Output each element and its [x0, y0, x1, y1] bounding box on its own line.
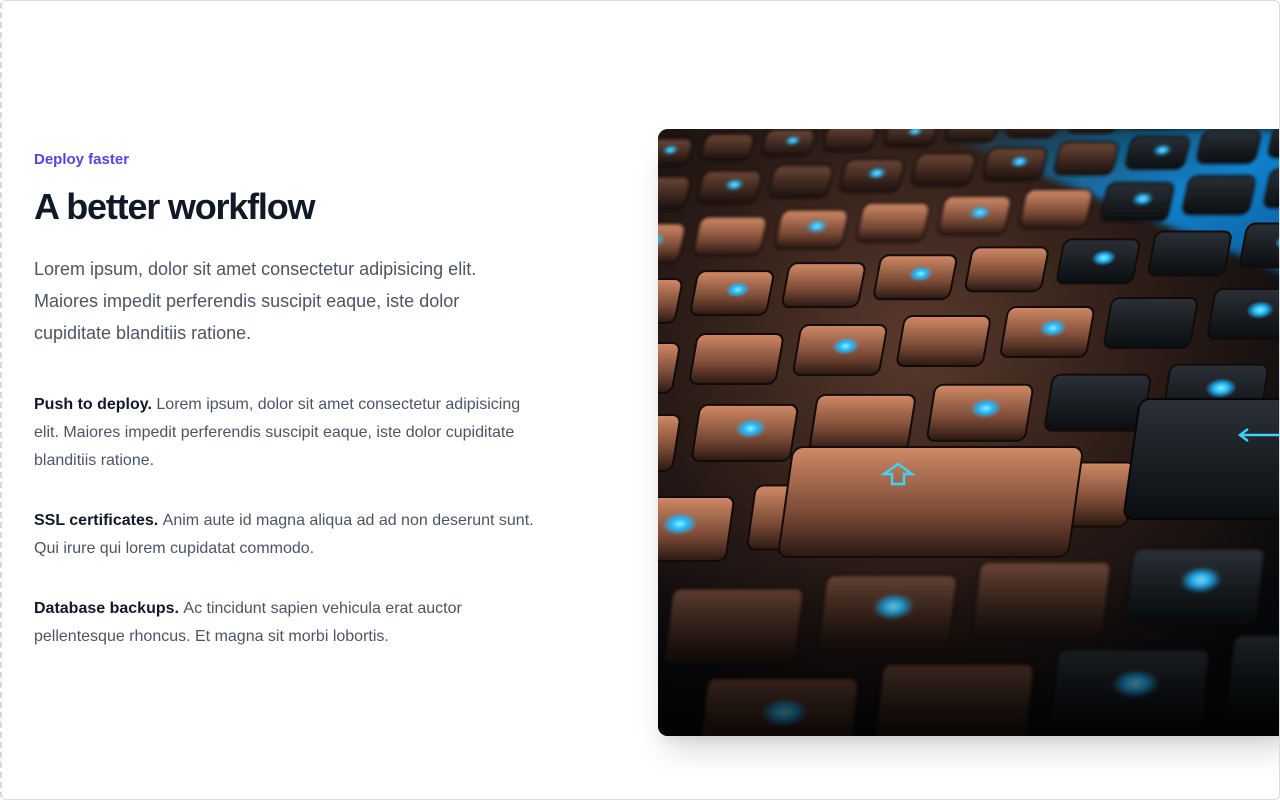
keycap	[1196, 129, 1261, 164]
feature-name: Push to deploy.	[34, 396, 152, 413]
section-lead: Lorem ipsum, dolor sit amet consectetur …	[34, 259, 477, 343]
eyebrow-label: Deploy faster	[34, 151, 130, 168]
keycap	[1147, 230, 1232, 277]
keycap	[1054, 141, 1119, 176]
keycap	[768, 164, 833, 199]
keycap	[700, 133, 754, 162]
keycap	[823, 129, 877, 152]
feature-item-push-to-deploy: Push to deploy. Lorem ipsum, dolor sit a…	[34, 391, 544, 475]
keycap	[911, 152, 976, 187]
keycap-enter	[1123, 398, 1279, 520]
feature-item-ssl-certificates: SSL certificates. Anim aute id magna ali…	[34, 507, 544, 563]
keycap	[945, 129, 999, 143]
feature-list: Push to deploy. Lorem ipsum, dolor sit a…	[34, 391, 544, 651]
feature-section-text: Deploy faster A better workflow Lorem ip…	[34, 147, 544, 683]
keycap	[1044, 373, 1151, 432]
keycap	[689, 333, 784, 385]
keycap	[964, 246, 1049, 293]
keycap	[1182, 175, 1256, 216]
keyboard-photo	[658, 129, 1279, 736]
feature-name: Database backups.	[34, 600, 179, 617]
keycap	[1019, 188, 1093, 229]
keycap	[896, 315, 991, 367]
feature-name: SSL certificates.	[34, 512, 159, 529]
photo-bottom-shade	[658, 559, 1279, 736]
keycap-shift	[778, 446, 1084, 558]
keycap	[693, 216, 767, 257]
keycap	[809, 393, 916, 452]
product-screenshot-image	[658, 129, 1279, 736]
keycap	[856, 202, 930, 243]
keycap	[1103, 297, 1198, 349]
page-frame: Deploy faster A better workflow Lorem ip…	[0, 0, 1280, 800]
keycap	[781, 262, 866, 309]
section-title: A better workflow	[34, 186, 315, 227]
feature-item-database-backups: Database backups. Ac tincidunt sapien ve…	[34, 595, 544, 651]
